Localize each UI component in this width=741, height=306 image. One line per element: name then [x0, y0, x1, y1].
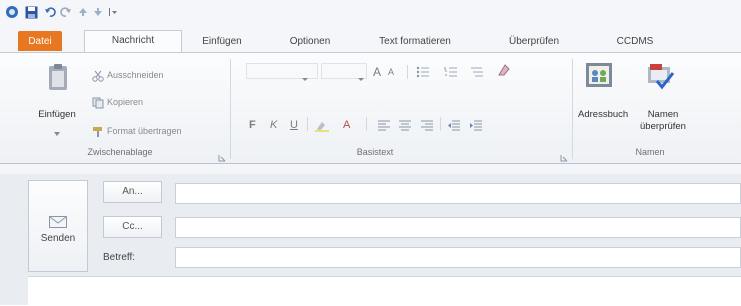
tab-insert[interactable]: Einfügen [192, 32, 252, 52]
divider [307, 117, 308, 131]
copy-icon [92, 96, 104, 109]
tab-message[interactable]: Nachricht [84, 30, 182, 52]
format-painter-button[interactable]: Format übertragen [107, 126, 182, 136]
clipboard-group-label: Zwischenablage [87, 147, 153, 157]
outlook-icon[interactable] [5, 5, 19, 19]
italic-button[interactable]: K [270, 119, 277, 131]
to-button[interactable]: An... [103, 181, 162, 203]
undo-icon[interactable] [44, 5, 56, 19]
divider [407, 65, 408, 79]
send-label: Senden [40, 233, 76, 244]
format-painter-icon [92, 125, 104, 137]
tab-ccdms[interactable]: CCDMS [609, 32, 661, 52]
check-names-icon [645, 61, 675, 91]
grow-font-button[interactable]: A [373, 65, 381, 79]
decrease-indent-icon[interactable] [447, 119, 461, 131]
subject-field[interactable] [175, 247, 741, 268]
ribbon-separator [230, 59, 231, 159]
multilevel-list-icon[interactable] [470, 65, 484, 77]
divider [366, 117, 367, 131]
copy-button[interactable]: Kopieren [107, 97, 143, 107]
names-group-label: Namen [635, 147, 665, 157]
underline-button[interactable]: U [290, 119, 298, 131]
chevron-down-icon [357, 69, 365, 81]
tab-review[interactable]: Überprüfen [501, 32, 567, 52]
scissors-icon [92, 69, 104, 82]
align-right-icon[interactable] [420, 119, 434, 131]
increase-indent-icon[interactable] [469, 119, 483, 131]
chevron-down-icon [301, 69, 309, 81]
dialog-launcher-icon[interactable] [218, 149, 226, 162]
check-names-button[interactable]: Namen überprüfen [638, 109, 688, 133]
ribbon-tab-row: Datei Nachricht Einfügen Optionen Text f… [0, 24, 741, 52]
ribbon: Einfügen Ausschneiden Kopieren Format üb… [0, 52, 741, 164]
tab-options[interactable]: Optionen [280, 32, 340, 52]
align-center-icon[interactable] [398, 119, 412, 131]
paste-dropdown-icon[interactable] [52, 124, 62, 136]
align-left-icon[interactable] [377, 119, 391, 131]
cc-button[interactable]: Cc... [103, 216, 162, 238]
to-field[interactable] [175, 183, 741, 204]
paste-button[interactable]: Einfügen [26, 109, 88, 121]
numbering-icon[interactable] [444, 65, 458, 77]
compose-top-strip [0, 164, 741, 174]
cc-field[interactable] [175, 217, 741, 238]
envelope-icon [49, 215, 67, 228]
cut-button[interactable]: Ausschneiden [107, 70, 164, 80]
address-book-button[interactable]: Adressbuch [578, 109, 628, 121]
send-button[interactable]: Senden [28, 180, 88, 272]
down-arrow-icon[interactable] [93, 5, 103, 19]
message-body[interactable] [28, 276, 741, 306]
shrink-font-button[interactable]: A [388, 67, 394, 77]
basic-text-group-label: Basistext [356, 147, 394, 157]
subject-label: Betreff: [103, 252, 136, 263]
redo-icon[interactable] [60, 5, 72, 19]
divider [440, 117, 441, 131]
address-book-icon [584, 61, 614, 91]
tab-file[interactable]: Datei [18, 31, 62, 51]
customize-qat-icon[interactable] [108, 5, 118, 19]
bold-button[interactable]: F [249, 119, 256, 131]
dialog-launcher-icon[interactable] [560, 149, 568, 162]
tab-format-text[interactable]: Text formatieren [367, 32, 463, 52]
check-names-label-line1: Namen [647, 109, 679, 120]
check-names-label-line2: überprüfen [640, 121, 686, 132]
bullets-icon[interactable] [416, 65, 430, 78]
font-color-button[interactable]: A [343, 119, 350, 131]
up-arrow-icon[interactable] [78, 5, 88, 19]
quick-access-toolbar [0, 0, 741, 24]
highlight-icon[interactable] [315, 119, 329, 132]
paste-icon [47, 63, 69, 93]
clear-formatting-icon[interactable] [497, 63, 511, 77]
save-icon[interactable] [24, 5, 38, 19]
ribbon-separator [572, 59, 573, 159]
